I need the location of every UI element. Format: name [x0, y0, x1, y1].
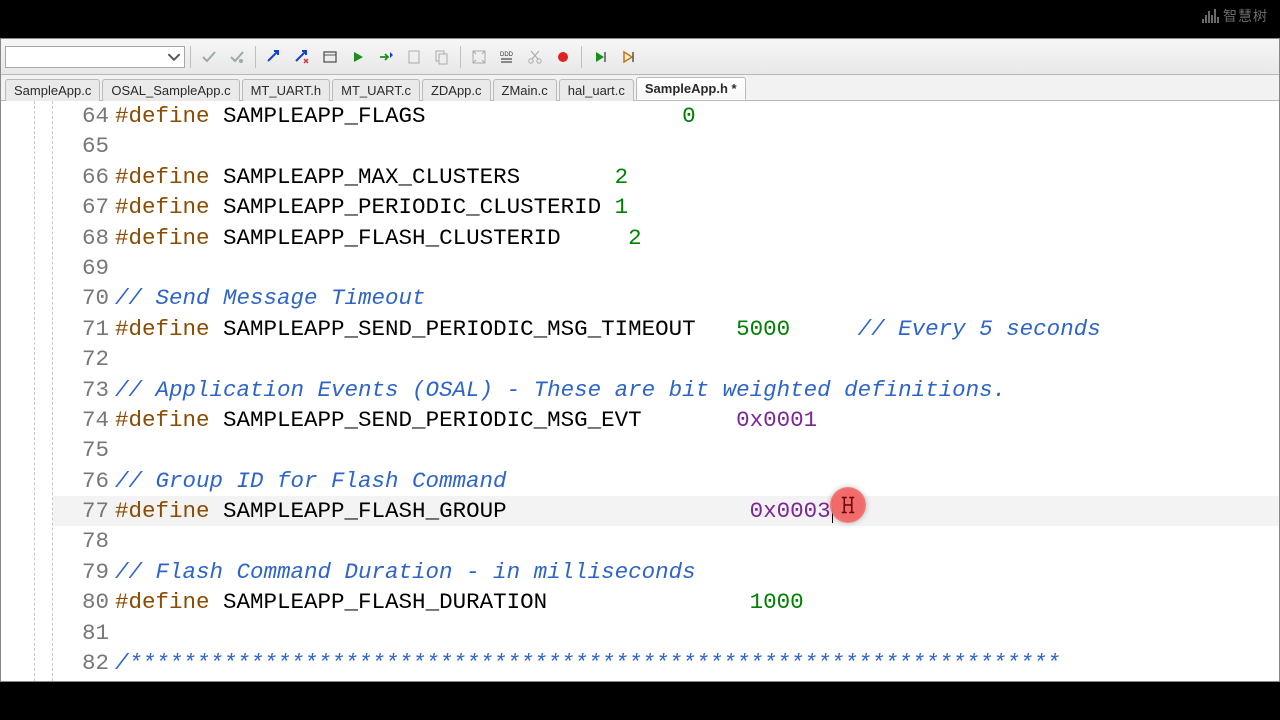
tab-sampleapp-c[interactable]: SampleApp.c: [5, 79, 100, 101]
code-line[interactable]: 75: [53, 435, 1279, 465]
code-text[interactable]: #define SAMPLEAPP_SEND_PERIODIC_MSG_EVT …: [115, 405, 1279, 435]
line-number: 64: [53, 101, 115, 131]
text-caret: [832, 499, 833, 523]
marker-gutter: [1, 101, 35, 681]
toolbar-separator: [460, 46, 461, 68]
toolbar-separator: [190, 46, 191, 68]
go-into-icon[interactable]: [615, 44, 641, 70]
code-text[interactable]: [115, 253, 1279, 283]
line-number: 66: [53, 162, 115, 192]
line-number: 67: [53, 192, 115, 222]
arrow-blue-x-icon[interactable]: [289, 44, 315, 70]
line-number: 79: [53, 557, 115, 587]
code-line[interactable]: 70// Send Message Timeout: [53, 283, 1279, 313]
code-line[interactable]: 72: [53, 344, 1279, 374]
list-icon[interactable]: DDD: [494, 44, 520, 70]
code-text[interactable]: [115, 131, 1279, 161]
code-line[interactable]: 82/*************************************…: [53, 648, 1279, 678]
line-number: 71: [53, 314, 115, 344]
code-line[interactable]: 80#define SAMPLEAPP_FLASH_DURATION 1000: [53, 587, 1279, 617]
fit-icon[interactable]: [466, 44, 492, 70]
line-number: 80: [53, 587, 115, 617]
tab-zmain-c[interactable]: ZMain.c: [493, 79, 557, 101]
toolbar: DDD: [1, 39, 1279, 75]
line-number: 70: [53, 283, 115, 313]
code-text[interactable]: #define SAMPLEAPP_FLASH_GROUP 0x0003: [115, 496, 1279, 526]
code-text[interactable]: #define SAMPLEAPP_FLASH_DURATION 1000: [115, 587, 1279, 617]
tab-zdapp-c[interactable]: ZDApp.c: [422, 79, 491, 101]
code-text[interactable]: #define SAMPLEAPP_SEND_PERIODIC_MSG_TIME…: [115, 314, 1279, 344]
code-text[interactable]: // Send Message Timeout: [115, 283, 1279, 313]
line-number: 76: [53, 466, 115, 496]
doc-gray-icon[interactable]: [401, 44, 427, 70]
code-lines[interactable]: 64#define SAMPLEAPP_FLAGS 06566#define S…: [53, 101, 1279, 681]
line-number: 68: [53, 223, 115, 253]
record-icon[interactable]: [550, 44, 576, 70]
code-text[interactable]: [115, 344, 1279, 374]
line-number: 81: [53, 618, 115, 648]
window-icon[interactable]: [317, 44, 343, 70]
code-text[interactable]: [115, 618, 1279, 648]
code-line[interactable]: 77#define SAMPLEAPP_FLASH_GROUP 0x0003: [53, 496, 1279, 526]
code-text[interactable]: [115, 435, 1279, 465]
code-line[interactable]: 78: [53, 526, 1279, 556]
line-number: 78: [53, 526, 115, 556]
code-text[interactable]: /***************************************…: [115, 648, 1279, 678]
code-line[interactable]: 81: [53, 618, 1279, 648]
tab-sampleapp-h--[interactable]: SampleApp.h *: [636, 77, 746, 100]
code-line[interactable]: 66#define SAMPLEAPP_MAX_CLUSTERS 2: [53, 162, 1279, 192]
code-line[interactable]: 74#define SAMPLEAPP_SEND_PERIODIC_MSG_EV…: [53, 405, 1279, 435]
line-number: 74: [53, 405, 115, 435]
bottom-letterbox: [0, 682, 1280, 720]
toolbar-separator: [255, 46, 256, 68]
line-number: 69: [53, 253, 115, 283]
code-line[interactable]: 71#define SAMPLEAPP_SEND_PERIODIC_MSG_TI…: [53, 314, 1279, 344]
tab-hal-uart-c[interactable]: hal_uart.c: [559, 79, 634, 101]
code-line[interactable]: 65: [53, 131, 1279, 161]
title-bar: 智慧树: [0, 0, 1280, 38]
code-text[interactable]: // Application Events (OSAL) - These are…: [115, 375, 1279, 405]
line-number: 77: [53, 496, 115, 526]
code-text[interactable]: // Group ID for Flash Command: [115, 466, 1279, 496]
config-dropdown[interactable]: [5, 46, 185, 68]
watermark: 智慧树: [1202, 6, 1268, 26]
line-number: 82: [53, 648, 115, 678]
code-line[interactable]: 68#define SAMPLEAPP_FLASH_CLUSTERID 2: [53, 223, 1279, 253]
code-text[interactable]: // Flash Command Duration - in milliseco…: [115, 557, 1279, 587]
arrow-blue-icon[interactable]: [261, 44, 287, 70]
ide-frame: DDD SampleApp.cOSAL_SampleApp.cMT_UART.h…: [0, 38, 1280, 682]
code-line[interactable]: 64#define SAMPLEAPP_FLAGS 0: [53, 101, 1279, 131]
line-number: 73: [53, 375, 115, 405]
go-icon[interactable]: [587, 44, 613, 70]
code-text[interactable]: #define SAMPLEAPP_PERIODIC_CLUSTERID 1: [115, 192, 1279, 222]
watermark-text: 智慧树: [1223, 6, 1268, 26]
step-icon[interactable]: [373, 44, 399, 70]
code-editor[interactable]: 64#define SAMPLEAPP_FLAGS 06566#define S…: [1, 101, 1279, 681]
line-number: 65: [53, 131, 115, 161]
chevron-down-icon: [167, 50, 181, 64]
fold-gutter: [35, 101, 53, 681]
toolbar-separator: [581, 46, 582, 68]
code-text[interactable]: #define SAMPLEAPP_FLAGS 0: [115, 101, 1279, 131]
check-icon[interactable]: [196, 44, 222, 70]
line-number: 75: [53, 435, 115, 465]
tab-mt-uart-h[interactable]: MT_UART.h: [242, 79, 331, 101]
code-text[interactable]: #define SAMPLEAPP_MAX_CLUSTERS 2: [115, 162, 1279, 192]
play-icon[interactable]: [345, 44, 371, 70]
code-line[interactable]: 79// Flash Command Duration - in millise…: [53, 557, 1279, 587]
code-line[interactable]: 67#define SAMPLEAPP_PERIODIC_CLUSTERID 1: [53, 192, 1279, 222]
tab-osal-sampleapp-c[interactable]: OSAL_SampleApp.c: [102, 79, 239, 101]
tab-mt-uart-c[interactable]: MT_UART.c: [332, 79, 420, 101]
line-number: 72: [53, 344, 115, 374]
code-line[interactable]: 69: [53, 253, 1279, 283]
code-line[interactable]: 76// Group ID for Flash Command: [53, 466, 1279, 496]
code-text[interactable]: #define SAMPLEAPP_FLASH_CLUSTERID 2: [115, 223, 1279, 253]
svg-text:DDD: DDD: [500, 52, 514, 58]
doc-gray2-icon[interactable]: [429, 44, 455, 70]
editor-tabs: SampleApp.cOSAL_SampleApp.cMT_UART.hMT_U…: [1, 75, 1279, 101]
check2-icon[interactable]: [224, 44, 250, 70]
code-text[interactable]: [115, 526, 1279, 556]
cut-gray-icon[interactable]: [522, 44, 548, 70]
code-line[interactable]: 73// Application Events (OSAL) - These a…: [53, 375, 1279, 405]
